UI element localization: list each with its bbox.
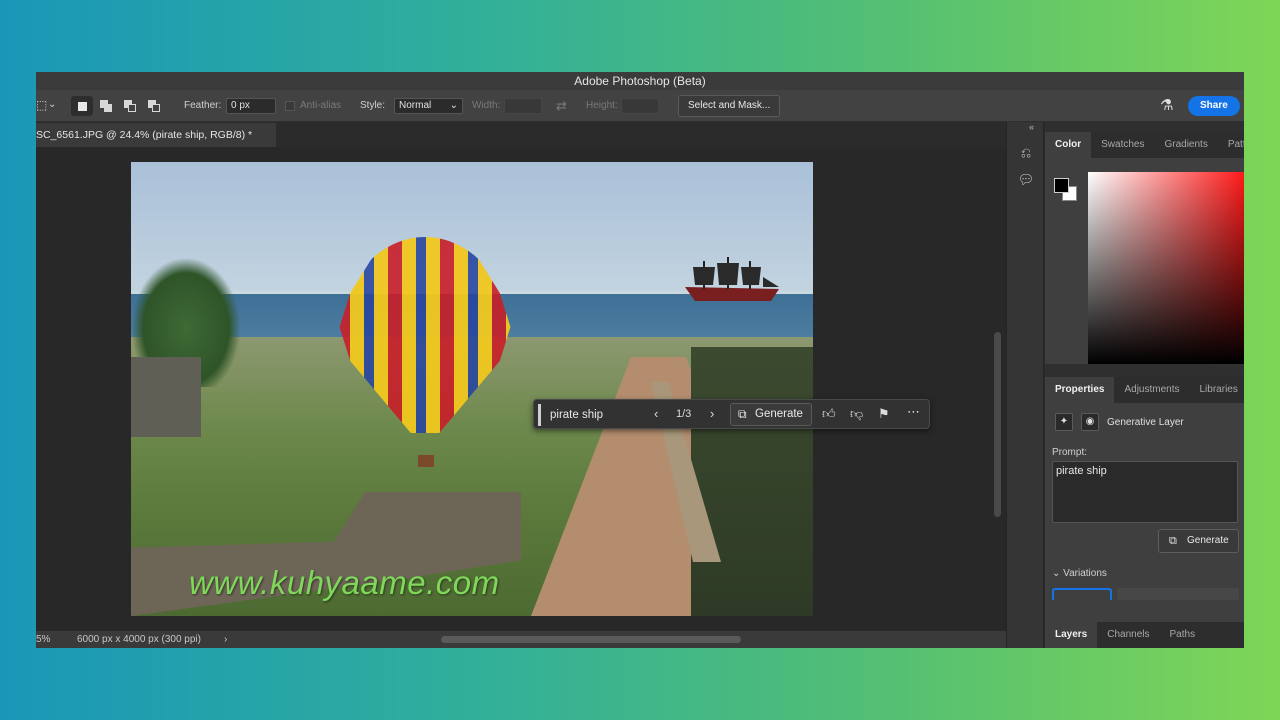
collapse-panels-icon[interactable]: « — [1029, 122, 1034, 132]
zoom-level[interactable]: 5% — [36, 631, 50, 648]
tab-swatches[interactable]: Swatches — [1091, 132, 1154, 158]
subtract-from-selection-button[interactable] — [119, 96, 141, 116]
generate-label: Generate — [755, 408, 803, 420]
properties-generate-label: Generate — [1187, 535, 1229, 546]
style-dropdown[interactable]: Normal ⌄ — [394, 98, 463, 114]
layer-mask-icon: ◉ — [1081, 413, 1099, 431]
new-selection-button[interactable] — [71, 96, 93, 116]
document-dimensions: 6000 px x 4000 px (300 ppi) — [77, 634, 201, 645]
comments-icon[interactable]: 💬︎ — [1017, 172, 1035, 190]
variation-thumbnails-row[interactable] — [1117, 588, 1239, 600]
vertical-scrollbar[interactable] — [994, 332, 1001, 517]
properties-panel: ✦ ◉ Generative Layer Prompt: pirate ship… — [1045, 403, 1244, 623]
prompt-input[interactable]: pirate ship — [538, 404, 646, 426]
more-options-icon[interactable]: ⋯ — [907, 404, 920, 420]
tab-color[interactable]: Color — [1045, 132, 1092, 158]
document-tab[interactable]: SC_6561.JPG @ 24.4% (pirate ship, RGB/8)… — [36, 123, 276, 147]
width-input[interactable] — [504, 98, 542, 114]
share-button[interactable]: Share — [1188, 96, 1240, 116]
options-bar: ⬚ ⌄ Feather: 0 px Anti-alias Style: Norm… — [36, 90, 1244, 122]
prompt-textarea[interactable]: pirate ship — [1052, 461, 1238, 523]
history-icon[interactable]: ⎌ — [1017, 145, 1035, 163]
previous-variation-icon[interactable]: ‹ — [654, 406, 658, 421]
balloon-basket — [418, 455, 434, 467]
tab-patterns[interactable]: Patt — [1218, 132, 1244, 158]
add-to-selection-button[interactable] — [95, 96, 117, 116]
generative-layer-icon: ✦ — [1055, 413, 1073, 431]
thumbs-down-icon[interactable]: 👎︎ — [850, 406, 863, 422]
select-and-mask-button[interactable]: Select and Mask... — [678, 95, 781, 117]
layer-type-row: ✦ ◉ Generative Layer — [1055, 413, 1184, 431]
tab-properties[interactable]: Properties — [1045, 377, 1115, 403]
foreground-color-swatch[interactable] — [1054, 178, 1069, 193]
document-title: SC_6561.JPG @ 24.4% (pirate ship, RGB/8)… — [36, 129, 253, 141]
status-chevron-icon[interactable]: › — [224, 631, 227, 648]
antialias-label: Anti-alias — [300, 100, 342, 111]
layer-type-label: Generative Layer — [1107, 416, 1184, 428]
properties-generate-button[interactable]: ⧉ Generate — [1158, 529, 1239, 553]
feather-label: Feather: — [184, 100, 222, 111]
height-label: Height: — [586, 100, 618, 111]
tab-layers[interactable]: Layers — [1045, 622, 1098, 648]
watermark-text: www.kuhyaame.com — [189, 564, 500, 601]
chevron-down-icon: ⌄ — [449, 100, 458, 111]
contextual-task-bar: pirate ship ‹ 1/3 › ⧉ Generate 👍︎ 👎︎ ⚑ ⋯ — [533, 399, 930, 429]
flag-icon[interactable]: ⚑ — [878, 406, 890, 422]
pirate-ship — [685, 257, 779, 301]
variations-label: Variations — [1063, 568, 1107, 579]
tab-channels[interactable]: Channels — [1097, 622, 1159, 648]
title-bar: Adobe Photoshop (Beta) — [36, 72, 1244, 90]
intersect-selection-button[interactable] — [143, 96, 165, 116]
generate-icon: ⧉ — [738, 407, 747, 421]
generate-button[interactable]: ⧉ Generate — [730, 403, 812, 426]
style-value: Normal — [399, 100, 432, 111]
tab-libraries[interactable]: Libraries — [1190, 377, 1245, 403]
width-label: Width: — [472, 100, 501, 111]
tab-adjustments[interactable]: Adjustments — [1114, 377, 1189, 403]
generate-icon: ⧉ — [1169, 535, 1177, 547]
image-canvas[interactable]: www.kuhyaame.com — [131, 162, 813, 616]
right-panels: Color Swatches Gradients Patt Properties… — [1045, 122, 1244, 648]
photoshop-window: Adobe Photoshop (Beta) ⬚ ⌄ Feather: 0 px… — [36, 72, 1244, 648]
fort-ruin-left — [131, 357, 201, 437]
canvas-area[interactable]: www.kuhyaame.com pirate ship ‹ 1/3 › ⧉ G… — [36, 147, 1006, 631]
thumbs-up-icon[interactable]: 👍︎ — [822, 406, 836, 422]
cliff-vegetation — [691, 347, 813, 616]
swap-icon[interactable]: ⇄ — [556, 98, 567, 114]
horizontal-scrollbar[interactable] — [441, 636, 741, 643]
tool-preset-chevron-icon[interactable]: ⌄ — [48, 99, 56, 110]
panel-icon-strip: « ⎌ 💬︎ — [1006, 122, 1044, 648]
layers-panel-tabs: Layers Channels Paths — [1045, 622, 1244, 648]
chevron-down-icon: ⌄ — [1052, 568, 1061, 579]
tab-gradients[interactable]: Gradients — [1154, 132, 1217, 158]
variation-thumbnail[interactable] — [1052, 588, 1112, 600]
next-variation-icon[interactable]: › — [710, 406, 714, 421]
prompt-label: Prompt: — [1052, 447, 1088, 458]
color-panel — [1045, 158, 1244, 364]
tab-paths[interactable]: Paths — [1160, 622, 1206, 648]
variation-counter: 1/3 — [676, 408, 692, 420]
color-panel-tabs: Color Swatches Gradients Patt — [1045, 132, 1244, 158]
color-picker-field[interactable] — [1088, 172, 1244, 364]
variations-header[interactable]: ⌄ Variations — [1052, 568, 1107, 579]
properties-panel-tabs: Properties Adjustments Libraries — [1045, 377, 1244, 403]
marquee-tool-icon[interactable]: ⬚ — [36, 98, 47, 112]
flask-icon[interactable]: ⚗ — [1160, 96, 1173, 114]
style-label: Style: — [360, 100, 386, 111]
antialias-checkbox[interactable] — [285, 101, 295, 111]
window-title: Adobe Photoshop (Beta) — [574, 74, 706, 88]
feather-input[interactable]: 0 px — [226, 98, 276, 114]
height-input[interactable] — [621, 98, 659, 114]
